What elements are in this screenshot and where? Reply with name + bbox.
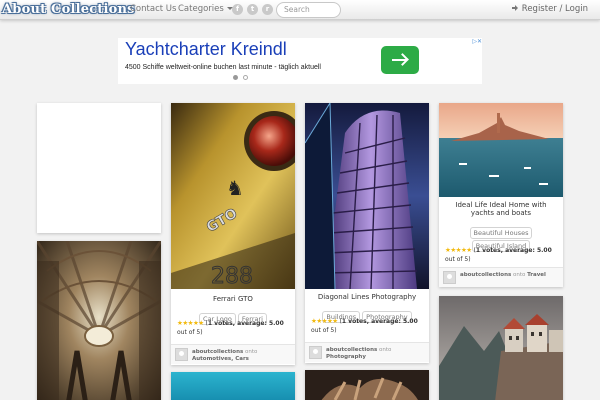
pin-credit: aboutcollections onto Photography: [326, 347, 426, 361]
register-login-label: Register / Login: [521, 4, 588, 14]
credit-onto: onto: [243, 349, 258, 355]
cliff-village-photo[interactable]: [439, 296, 563, 400]
pin-ideal-life[interactable]: Ideal Life Ideal Home with yachts and bo…: [439, 103, 563, 287]
avatar[interactable]: [309, 346, 322, 359]
contact-us-link[interactable]: Contact Us: [130, 4, 176, 14]
rating-stars[interactable]: ★★★★★: [445, 246, 472, 254]
credit-board[interactable]: Photography: [326, 354, 366, 360]
categories-dropdown[interactable]: Categories: [178, 4, 233, 14]
pin-underwater[interactable]: [171, 372, 295, 400]
carousel-dot[interactable]: [233, 75, 238, 80]
search-input[interactable]: Search: [276, 2, 341, 18]
credit-onto: onto: [511, 272, 528, 278]
rating-votes: 1 votes, average:: [475, 247, 537, 254]
building-photo[interactable]: [305, 103, 429, 289]
pin-rating: ★★★★★ (1 votes, average: 5.00 out of 5): [177, 319, 284, 336]
island-photo[interactable]: [439, 103, 563, 197]
top-navbar: About Collections Contact Us Categories …: [0, 0, 600, 20]
site-logo[interactable]: About Collections: [2, 2, 135, 17]
avatar[interactable]: [175, 348, 188, 361]
credit-user[interactable]: aboutcollections: [326, 347, 377, 353]
ad-go-button[interactable]: [381, 46, 419, 74]
blank-pin-card[interactable]: [37, 103, 161, 233]
ad-title[interactable]: Yachtcharter Kreindl: [125, 39, 287, 60]
rss-icon[interactable]: r: [262, 4, 273, 15]
rating-score: 5.00: [268, 320, 284, 327]
pin-title[interactable]: Ferrari GTO: [171, 295, 295, 303]
pin-rating: ★★★★★ (1 votes, average: 5.00 out of 5): [445, 246, 552, 263]
svg-text:♞: ♞: [226, 176, 244, 200]
credit-onto: onto: [377, 347, 392, 353]
pin-credit: aboutcollections onto Automotives, Cars: [192, 349, 292, 363]
rating-stars[interactable]: ★★★★★: [311, 317, 338, 325]
ferrari-photo[interactable]: ♞ GTO 288: [171, 103, 295, 289]
rating-votes: 1 votes, average:: [341, 318, 403, 325]
pin-title[interactable]: Ideal Life Ideal Home with yachts and bo…: [439, 201, 563, 217]
underwater-photo[interactable]: [171, 372, 295, 400]
credit-board[interactable]: Automotives, Cars: [192, 356, 249, 362]
facebook-icon[interactable]: f: [232, 4, 243, 15]
sign-in-icon: [511, 4, 520, 12]
rating-outof: out of 5: [445, 256, 469, 263]
ad-subtitle: 4500 Schiffe weltweit-online buchen last…: [125, 64, 321, 71]
rating-votes: 1 votes, average:: [207, 320, 269, 327]
pin-cathedral[interactable]: [37, 241, 161, 400]
credit-board[interactable]: Travel: [527, 272, 546, 278]
pin-footer: aboutcollections onto Travel: [439, 267, 563, 287]
cathedral-photo[interactable]: [37, 241, 161, 400]
ad-choices-icon[interactable]: ▷✕: [472, 38, 482, 45]
pin-footer: aboutcollections onto Photography: [305, 342, 429, 362]
pin-title[interactable]: Diagonal Lines Photography: [305, 293, 429, 301]
twitter-icon[interactable]: t: [247, 4, 258, 15]
sculpture-photo[interactable]: [305, 370, 429, 400]
arrow-right-icon: [392, 59, 407, 61]
pin-ferrari-gto[interactable]: ♞ GTO 288 Ferrari GTO Car Logo Ferrari ★★…: [171, 103, 295, 365]
pin-cliff-village[interactable]: [439, 296, 563, 400]
register-login-link[interactable]: Register / Login: [511, 4, 588, 14]
credit-user[interactable]: aboutcollections: [192, 349, 243, 355]
pin-sculpture[interactable]: [305, 370, 429, 400]
rating-outof: out of 5: [177, 329, 201, 336]
credit-user[interactable]: aboutcollections: [460, 272, 511, 278]
svg-text:288: 288: [211, 264, 253, 289]
pin-credit: aboutcollections onto Travel: [460, 272, 560, 279]
pin-rating: ★★★★★ (1 votes, average: 5.00 out of 5): [311, 317, 418, 334]
pin-footer: aboutcollections onto Automotives, Cars: [171, 344, 295, 364]
pin-diagonal-lines[interactable]: Diagonal Lines Photography Buildings Phot…: [305, 103, 429, 363]
avatar[interactable]: [443, 271, 456, 284]
rating-stars[interactable]: ★★★★★: [177, 319, 204, 327]
rating-outof: out of 5: [311, 327, 335, 334]
rating-score: 5.00: [402, 318, 418, 325]
carousel-dot[interactable]: [243, 75, 248, 80]
ad-banner[interactable]: Yachtcharter Kreindl 4500 Schiffe weltwe…: [118, 38, 482, 84]
categories-label: Categories: [178, 4, 224, 14]
rating-score: 5.00: [536, 247, 552, 254]
